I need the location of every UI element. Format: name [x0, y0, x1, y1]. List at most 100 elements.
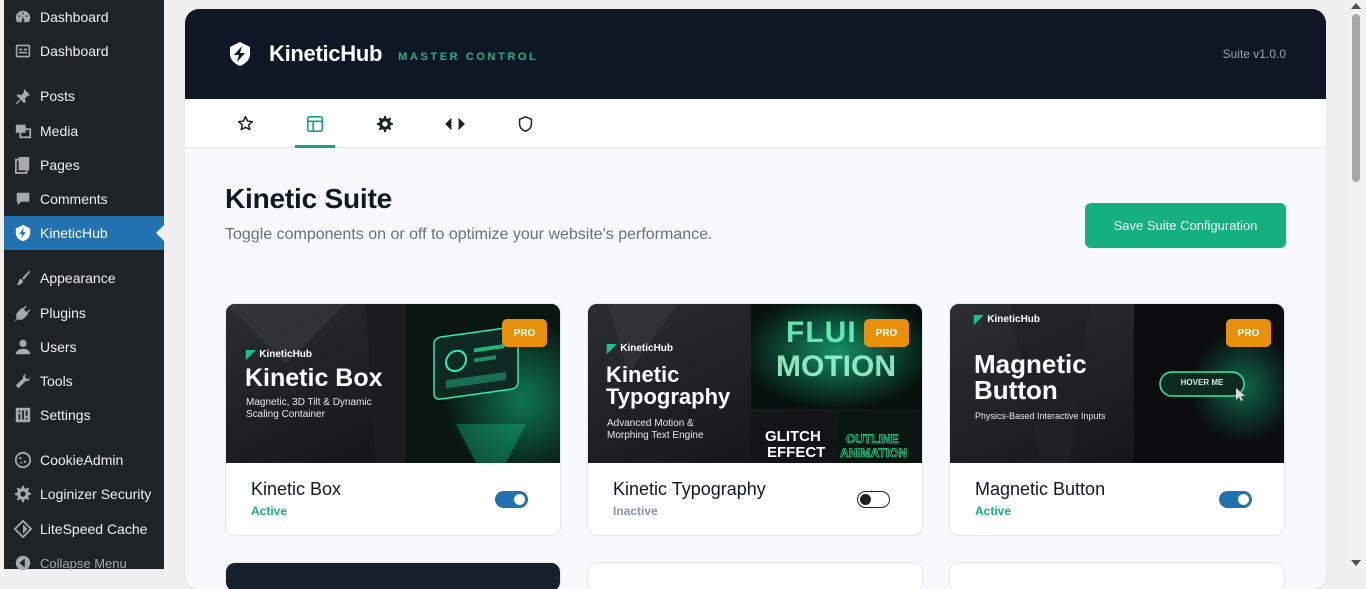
thumb-logo: ◤ KineticHub [607, 341, 673, 355]
brand-tagline: MASTER CONTROL [398, 51, 539, 63]
toggle-knob [860, 494, 871, 505]
comment-icon [13, 189, 33, 209]
sidebar-item-label: Collapse Menu [40, 555, 127, 571]
code-icon [445, 117, 465, 130]
diamond-icon [13, 519, 33, 539]
sidebar-item-label: Dashboard [40, 43, 109, 59]
sidebar-item-label: KineticHub [40, 225, 108, 241]
save-suite-configuration-button[interactable]: Save Suite Configuration [1085, 203, 1286, 248]
component-status: Inactive [613, 504, 658, 518]
star-icon [237, 115, 253, 131]
kinetichub-panel: KineticHub MASTER CONTROL Suite v1.0.0 K… [185, 9, 1326, 589]
plugin-icon [13, 303, 33, 323]
gear-icon [13, 484, 33, 504]
sidebar-item-posts[interactable]: Posts [4, 79, 164, 113]
sidebar-item-cookieadmin[interactable]: CookieAdmin [4, 443, 164, 477]
shield-icon [518, 115, 532, 132]
cookie-icon [13, 450, 33, 470]
magnetic-button-toggle[interactable] [1219, 491, 1252, 508]
component-name: Magnetic Button [975, 479, 1106, 499]
tab-bar [185, 99, 1326, 148]
pages-icon [13, 155, 33, 175]
kinetic-box-toggle[interactable] [495, 491, 528, 508]
toggle-knob [1238, 494, 1249, 505]
admin-sidebar: Dashboard Dashboard Posts Media Pages Co… [0, 0, 164, 571]
page-scrollbar[interactable] [1346, 0, 1366, 569]
tab-code[interactable] [435, 99, 475, 148]
sidebar-item-litespeed[interactable]: LiteSpeed Cache [4, 512, 164, 546]
sidebar-item-label: Media [40, 123, 79, 139]
toggle-knob [514, 494, 525, 505]
settings-icon [13, 405, 33, 425]
version-label: Suite v1.0.0 [1222, 47, 1286, 61]
component-name: Kinetic Box [251, 479, 342, 499]
kinetichub-logo-icon [230, 42, 250, 66]
thumb-logo: ◤ KineticHub [246, 347, 312, 361]
svg-text:EFFECT: EFFECT [767, 444, 825, 461]
sidebar-item-label: Posts [40, 88, 76, 104]
kinetichub-header: KineticHub MASTER CONTROL Suite v1.0.0 [185, 9, 1326, 99]
user-icon [13, 337, 33, 357]
pin-icon [13, 86, 33, 106]
pro-badge: PRO [864, 319, 909, 347]
svg-text:ANIMATION: ANIMATION [840, 446, 907, 460]
kinetic-box-thumbnail: ◤ KineticHub Kinetic Box Magnetic, 3D Til… [226, 304, 560, 463]
sidebar-item-loginizer[interactable]: Loginizer Security [4, 477, 164, 511]
sidebar-item-dashboard-alt[interactable]: Dashboard [4, 34, 164, 68]
tab-components[interactable] [295, 99, 335, 148]
sidebar-item-kinetichub[interactable]: KineticHub [4, 216, 164, 250]
thumb-hover-button-label: HOVER ME [1180, 378, 1224, 387]
brand-name: KineticHub [269, 41, 383, 66]
page-title: Kinetic Suite [225, 183, 392, 214]
sidebar-item-label: Tools [40, 373, 73, 389]
tab-favorites[interactable] [225, 99, 265, 148]
component-card-kinetic-box: ◤ KineticHub Kinetic Box Magnetic, 3D Til… [225, 303, 561, 536]
thumb-title: Kinetic Box [245, 364, 383, 392]
component-card-magnetic-button: ◤ KineticHub Magnetic Button Physics-Base… [949, 303, 1285, 536]
component-card-partial [587, 562, 923, 589]
svg-text:GLITCH: GLITCH [765, 428, 821, 445]
thumb-logo-text: KineticHub [620, 342, 674, 354]
page-subtitle: Toggle components on or off to optimize … [225, 226, 713, 243]
wrench-icon [13, 371, 33, 391]
sidebar-item-tools[interactable]: Tools [4, 364, 164, 398]
pro-badge: PRO [502, 319, 547, 347]
scroll-down-arrow-icon[interactable] [1351, 560, 1361, 566]
collapse-menu-button[interactable]: Collapse Menu [4, 546, 164, 580]
sidebar-item-label: Loginizer Security [40, 486, 152, 502]
kinetichub-icon [13, 223, 33, 243]
sidebar-item-label: Users [40, 339, 77, 355]
thumb-logo: ◤ KineticHub [974, 312, 1040, 326]
kinetichub-mark-icon: ◤ [607, 341, 617, 355]
sidebar-item-plugins[interactable]: Plugins [4, 296, 164, 330]
scroll-up-arrow-icon[interactable] [1351, 3, 1361, 9]
sidebar-item-comments[interactable]: Comments [4, 182, 164, 216]
sidebar-item-pages[interactable]: Pages [4, 148, 164, 182]
component-card-partial [949, 562, 1285, 589]
sidebar-item-appearance[interactable]: Appearance [4, 261, 164, 295]
sidebar-item-users[interactable]: Users [4, 330, 164, 364]
sidebar-item-label: Settings [40, 407, 91, 423]
component-card-kinetic-typography: FLUI MOTION GLITCH EFFECT OUTLINE ANIMAT… [587, 303, 923, 536]
thumb-description: Magnetic, 3D Tilt & Dynamic Scaling Cont… [246, 397, 372, 420]
thumb-description: Physics-Based Interactive Inputs [975, 411, 1106, 421]
svg-text:FLUI: FLUI [786, 316, 857, 349]
svg-text:MOTION: MOTION [776, 350, 896, 383]
tab-settings[interactable] [365, 99, 405, 148]
kinetichub-mark-icon: ◤ [974, 312, 984, 326]
kinetic-typography-toggle[interactable] [857, 491, 890, 508]
component-card-partial [225, 562, 561, 589]
svg-text:OUTLINE: OUTLINE [846, 432, 899, 446]
tab-security[interactable] [505, 99, 545, 148]
sidebar-item-dashboard[interactable]: Dashboard [4, 0, 164, 34]
gear-icon [376, 115, 393, 132]
thumb-description: Advanced Motion & Morphing Text Engine [607, 418, 704, 441]
component-status: Active [251, 504, 288, 518]
scrollbar-thumb[interactable] [1352, 14, 1360, 182]
sidebar-item-label: LiteSpeed Cache [40, 521, 148, 537]
magnetic-button-thumbnail: ◤ KineticHub Magnetic Button Physics-Base… [950, 304, 1284, 463]
sidebar-item-settings[interactable]: Settings [4, 398, 164, 432]
sidebar-item-media[interactable]: Media [4, 114, 164, 148]
pro-badge: PRO [1226, 319, 1271, 347]
thumb-logo-text: KineticHub [259, 348, 313, 360]
